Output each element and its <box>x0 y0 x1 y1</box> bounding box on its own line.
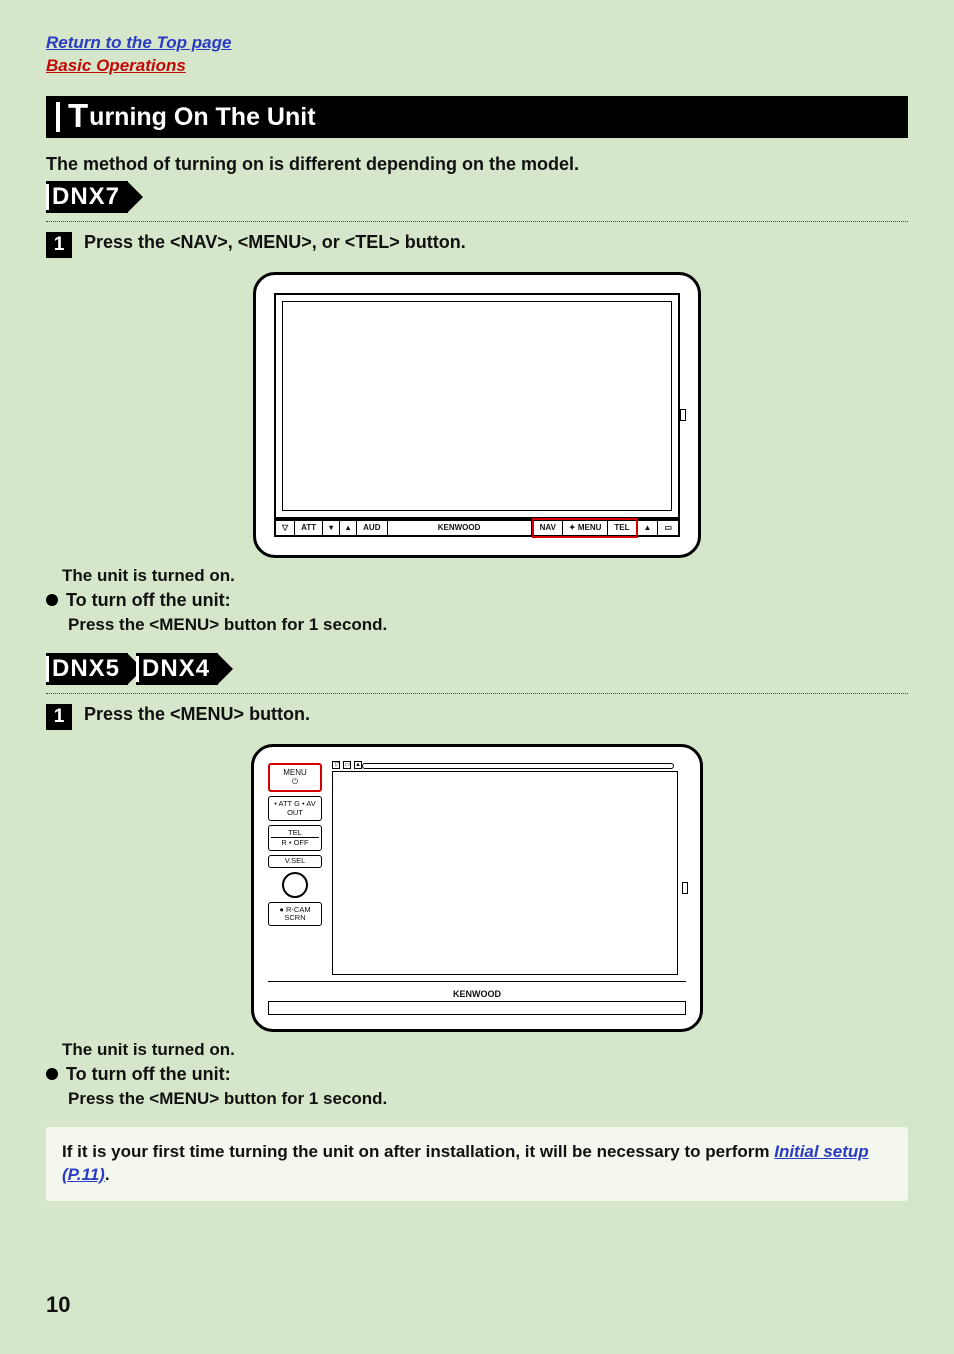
avout-button: • ATT G • AV OUT <box>268 796 322 821</box>
model-badge-group-dnx54: DNX5 DNX4 <box>46 653 908 685</box>
step-1-dnx54: 1 Press the <MENU> button. <box>46 704 908 730</box>
volume-knob-icon <box>282 872 308 898</box>
menu-button-highlighted: MENU ⏻ <box>268 763 322 793</box>
nav-button: NAV <box>534 520 563 536</box>
step-instruction: Press the <MENU> button. <box>84 704 310 725</box>
bullet-icon <box>46 594 58 606</box>
note-tail: . <box>105 1165 110 1184</box>
badge-dnx7: DNX7 <box>46 181 128 213</box>
sub-heading-turn-off-dnx7: To turn off the unit: <box>46 590 908 611</box>
step-number-badge: 1 <box>46 704 72 730</box>
device-illustration-dnx54: ▽▭▲ MENU ⏻ • ATT G • AV OUT TEL R • OFF … <box>251 744 703 1032</box>
link-basic-operations[interactable]: Basic Operations <box>46 55 908 78</box>
screen-button: ▭ <box>658 521 678 535</box>
result-text-dnx54: The unit is turned on. <box>62 1040 908 1060</box>
device-illustration-dnx7: ▽ ATT ▾ ▴ AUD KENWOOD NAV ✦ MENU TEL ▲ ▭ <box>253 272 701 558</box>
disc-slot: ▽▭▲ <box>332 761 678 771</box>
title-first-letter: T <box>68 96 88 138</box>
link-return-top[interactable]: Return to the Top page <box>46 32 908 55</box>
tel-button: TEL <box>608 520 635 536</box>
section-title: T urning On The Unit <box>68 96 316 138</box>
highlighted-button-group: NAV ✦ MENU TEL <box>532 518 638 538</box>
note-box: If it is your first time turning the uni… <box>46 1127 908 1201</box>
rcam-scrn-button: ● R-CAM SCRN <box>268 902 322 927</box>
step-instruction: Press the <NAV>, <MENU>, or <TEL> button… <box>84 232 466 253</box>
badge-dnx5: DNX5 <box>46 653 128 685</box>
brand-label: KENWOOD <box>268 981 686 999</box>
sub-body-dnx7: Press the <MENU> button for 1 second. <box>68 615 908 635</box>
sub-heading-text: To turn off the unit: <box>66 1064 231 1085</box>
sub-heading-text: To turn off the unit: <box>66 590 231 611</box>
top-link-block: Return to the Top page Basic Operations <box>46 32 908 78</box>
up-button: ▴ <box>340 521 357 535</box>
note-lead: If it is your first time turning the uni… <box>62 1142 774 1161</box>
reset-button-icon <box>680 409 686 421</box>
model-badge-group-dnx7: DNX7 <box>46 181 908 213</box>
eject2-button: ▲ <box>638 521 659 535</box>
down-button: ▾ <box>323 521 340 535</box>
bullet-icon <box>46 1068 58 1080</box>
device-screen <box>282 301 672 511</box>
heading-rule-icon <box>56 102 60 132</box>
reset-button-icon <box>682 882 688 894</box>
device-base <box>268 1001 686 1015</box>
device-side-buttons: MENU ⏻ • ATT G • AV OUT TEL R • OFF V.SE… <box>268 763 322 979</box>
section-heading-bar: T urning On The Unit <box>46 96 908 138</box>
page-number: 10 <box>46 1292 70 1318</box>
device-screen <box>332 771 678 975</box>
divider <box>46 221 908 222</box>
att-button: ATT <box>295 521 323 535</box>
menu-button: ✦ MENU <box>563 520 608 536</box>
aud-button: AUD <box>357 521 387 535</box>
brand-label: KENWOOD <box>388 521 532 535</box>
sub-heading-turn-off-dnx54: To turn off the unit: <box>46 1064 908 1085</box>
divider <box>46 693 908 694</box>
vsel-label: V.SEL <box>268 855 322 867</box>
step-1-dnx7: 1 Press the <NAV>, <MENU>, or <TEL> butt… <box>46 232 908 258</box>
intro-text: The method of turning on is different de… <box>46 154 908 175</box>
eject-icon: ▽ <box>276 521 295 535</box>
result-text-dnx7: The unit is turned on. <box>62 566 908 586</box>
badge-dnx4: DNX4 <box>136 653 218 685</box>
step-number-badge: 1 <box>46 232 72 258</box>
title-rest: urning On The Unit <box>89 96 315 138</box>
device-button-panel: ▽ ATT ▾ ▴ AUD KENWOOD NAV ✦ MENU TEL ▲ ▭ <box>274 519 680 537</box>
tel-button: TEL R • OFF <box>268 825 322 852</box>
sub-body-dnx54: Press the <MENU> button for 1 second. <box>68 1089 908 1109</box>
